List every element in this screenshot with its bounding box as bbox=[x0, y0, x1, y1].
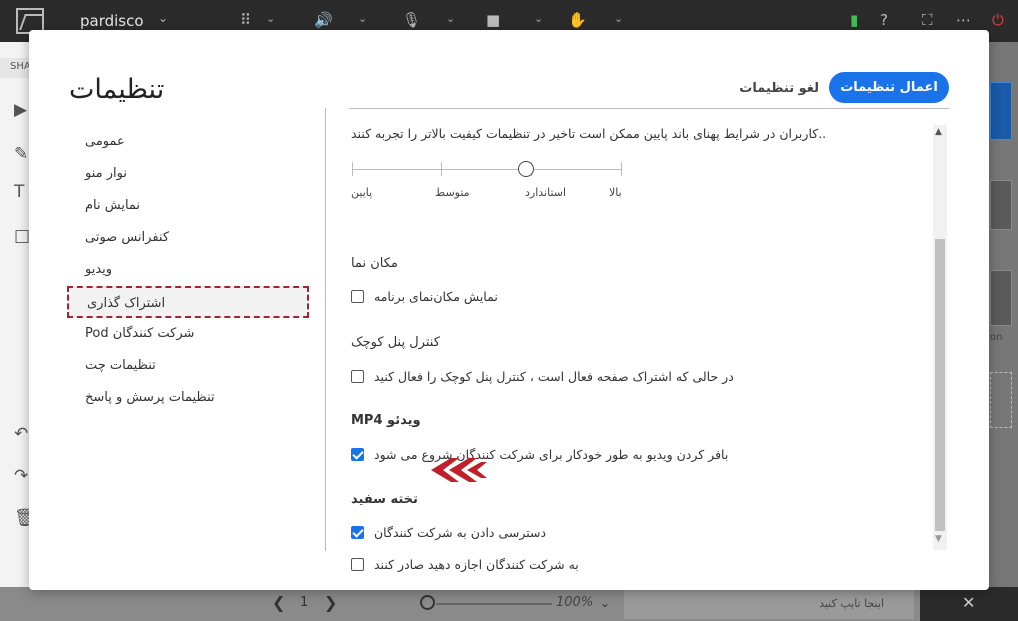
mp4-option-label: بافر کردن ویدیو به طور خودکار برای شرکت … bbox=[374, 447, 729, 462]
chevron-down-icon[interactable]: ⌄ bbox=[266, 12, 275, 25]
quality-slider-track[interactable] bbox=[352, 169, 622, 170]
small-panel-option-label: در حالی که اشتراک صفحه فعال است ، کنترل … bbox=[374, 369, 734, 384]
small-panel-checkbox[interactable] bbox=[351, 370, 364, 383]
menu-item-video[interactable]: ویدیو bbox=[67, 254, 309, 286]
pencil-tool-icon[interactable]: ✎ bbox=[14, 144, 28, 164]
mp4-option[interactable]: بافر کردن ویدیو به طور خودکار برای شرکت … bbox=[351, 447, 728, 462]
help-icon[interactable]: ? bbox=[880, 11, 888, 29]
chat-placeholder: اینجا تایپ کنید bbox=[819, 597, 884, 610]
whiteboard-access-label: دسترسی دادن به شرکت کنندگان bbox=[374, 525, 547, 540]
zoom-level: 100% bbox=[556, 595, 594, 610]
zoom-slider-track[interactable] bbox=[436, 603, 552, 605]
zoom-slider-knob[interactable] bbox=[420, 595, 435, 610]
bottom-bar: ❮ 1 ❯ 100% ⌄ اینجا تایپ کنید bbox=[0, 587, 920, 621]
quality-description: ..کاربران در شرایط پهنای باند پایین ممکن… bbox=[351, 126, 827, 141]
right-panel-block[interactable] bbox=[990, 270, 1012, 326]
prev-page-icon[interactable]: ❮ bbox=[272, 593, 285, 612]
right-panel-dropzone bbox=[990, 372, 1012, 428]
cursor-option[interactable]: نمایش مکان‌نمای برنامه bbox=[351, 289, 498, 304]
quality-slider-knob[interactable] bbox=[518, 161, 534, 177]
microphone-icon[interactable]: 🎙 bbox=[402, 11, 421, 29]
raise-hand-icon[interactable]: ✋ bbox=[568, 11, 587, 29]
bottom-right-area: ✕ bbox=[920, 587, 1018, 621]
whiteboard-export-label: به شرکت کنندگان اجازه دهید صادر کنند bbox=[374, 557, 579, 572]
scroll-down-icon[interactable]: ▼ bbox=[935, 534, 942, 544]
small-panel-section-title: کنترل پنل کوچک bbox=[351, 335, 440, 350]
settings-menu: عمومی نوار منو نمایش نام کنفرانس صوتی وی… bbox=[67, 126, 309, 414]
quality-tick bbox=[441, 162, 442, 176]
whiteboard-export-option[interactable]: به شرکت کنندگان اجازه دهید صادر کنند bbox=[351, 557, 579, 572]
chevron-down-icon[interactable]: ⌄ bbox=[446, 12, 455, 25]
chevron-down-icon[interactable]: ⌄ bbox=[534, 12, 543, 25]
menu-item-audio-conference[interactable]: کنفرانس صوتی bbox=[67, 222, 309, 254]
more-icon[interactable]: ⋯ bbox=[956, 11, 971, 29]
zoom-dropdown-icon[interactable]: ⌄ bbox=[600, 596, 610, 610]
small-panel-option[interactable]: در حالی که اشتراک صفحه فعال است ، کنترل … bbox=[351, 369, 734, 384]
apply-settings-button[interactable]: اعمال تنظیمات bbox=[829, 72, 949, 103]
power-icon[interactable]: ⏻ bbox=[992, 11, 1004, 29]
double-arrow-left-icon bbox=[431, 458, 487, 482]
next-page-icon[interactable]: ❯ bbox=[324, 593, 337, 612]
mp4-checkbox[interactable] bbox=[351, 448, 364, 461]
brand-name[interactable]: pardisco bbox=[80, 12, 144, 30]
settings-content: ..کاربران در شرایط پهنای باند پایین ممکن… bbox=[349, 122, 937, 572]
grid-icon[interactable]: ⠿ bbox=[240, 11, 251, 29]
mp4-section-title: MP4 ویدئو bbox=[351, 413, 421, 428]
brand-chevron-icon[interactable]: ⌄ bbox=[158, 11, 168, 25]
shape-tool-icon[interactable]: □ bbox=[14, 226, 30, 246]
pointer-tool-icon[interactable]: ▶ bbox=[14, 100, 27, 120]
right-panel-label: on bbox=[990, 332, 1003, 343]
cancel-settings-button[interactable]: لغو تنظیمات bbox=[709, 74, 819, 102]
speaker-icon[interactable]: 🔊 bbox=[314, 11, 333, 29]
undo-icon[interactable]: ↶ bbox=[14, 424, 28, 444]
content-scrollbar[interactable]: ▲ ▼ bbox=[933, 125, 947, 550]
whiteboard-access-option[interactable]: دسترسی دادن به شرکت کنندگان bbox=[351, 525, 546, 540]
right-panel-button[interactable] bbox=[990, 82, 1012, 140]
quality-tick bbox=[621, 162, 622, 176]
cursor-checkbox[interactable] bbox=[351, 290, 364, 303]
cursor-section-title: مکان نما bbox=[351, 256, 398, 271]
dialog-title: تنظیمات bbox=[69, 74, 165, 105]
quality-tick bbox=[352, 162, 353, 176]
fullscreen-icon[interactable]: ⛶ bbox=[922, 11, 933, 29]
whiteboard-access-checkbox[interactable] bbox=[351, 526, 364, 539]
camera-icon[interactable]: ■ bbox=[486, 11, 500, 29]
menu-item-attendee-pod[interactable]: Pod شرکت کنندگان bbox=[67, 318, 309, 350]
redo-icon[interactable]: ↷ bbox=[14, 466, 28, 486]
menu-item-sharing[interactable]: اشتراک گذاری bbox=[67, 286, 309, 318]
page-number: 1 bbox=[300, 595, 309, 610]
scroll-up-icon[interactable]: ▲ bbox=[935, 127, 942, 137]
whiteboard-export-checkbox[interactable] bbox=[351, 558, 364, 571]
tools-icon[interactable]: ✕ bbox=[962, 593, 975, 612]
chat-input[interactable]: اینجا تایپ کنید bbox=[624, 589, 914, 619]
chevron-down-icon[interactable]: ⌄ bbox=[358, 12, 367, 25]
signal-icon: ▮ bbox=[850, 11, 859, 29]
text-tool-icon[interactable]: T bbox=[14, 182, 24, 202]
menu-item-display-name[interactable]: نمایش نام bbox=[67, 190, 309, 222]
chevron-down-icon[interactable]: ⌄ bbox=[614, 12, 623, 25]
settings-dialog: تنظیمات اعمال تنظیمات لغو تنظیمات عمومی … bbox=[29, 30, 989, 590]
menu-item-general[interactable]: عمومی bbox=[67, 126, 309, 158]
menu-item-chat-settings[interactable]: تنظیمات چت bbox=[67, 350, 309, 382]
whiteboard-section-title: تخته سفید bbox=[351, 492, 418, 507]
menu-item-qa-settings[interactable]: تنظیمات پرسش و پاسخ bbox=[67, 382, 309, 414]
scrollbar-thumb[interactable] bbox=[935, 239, 945, 531]
header-divider bbox=[349, 108, 949, 109]
quality-label-standard: استاندارد bbox=[525, 186, 567, 199]
quality-label-low: پایین bbox=[351, 186, 373, 199]
right-panel-block[interactable] bbox=[990, 180, 1012, 230]
cursor-option-label: نمایش مکان‌نمای برنامه bbox=[374, 289, 498, 304]
menu-divider bbox=[325, 108, 326, 551]
menu-item-menubar[interactable]: نوار منو bbox=[67, 158, 309, 190]
quality-label-high: بالا bbox=[609, 186, 622, 199]
quality-label-medium: متوسط bbox=[435, 186, 470, 199]
